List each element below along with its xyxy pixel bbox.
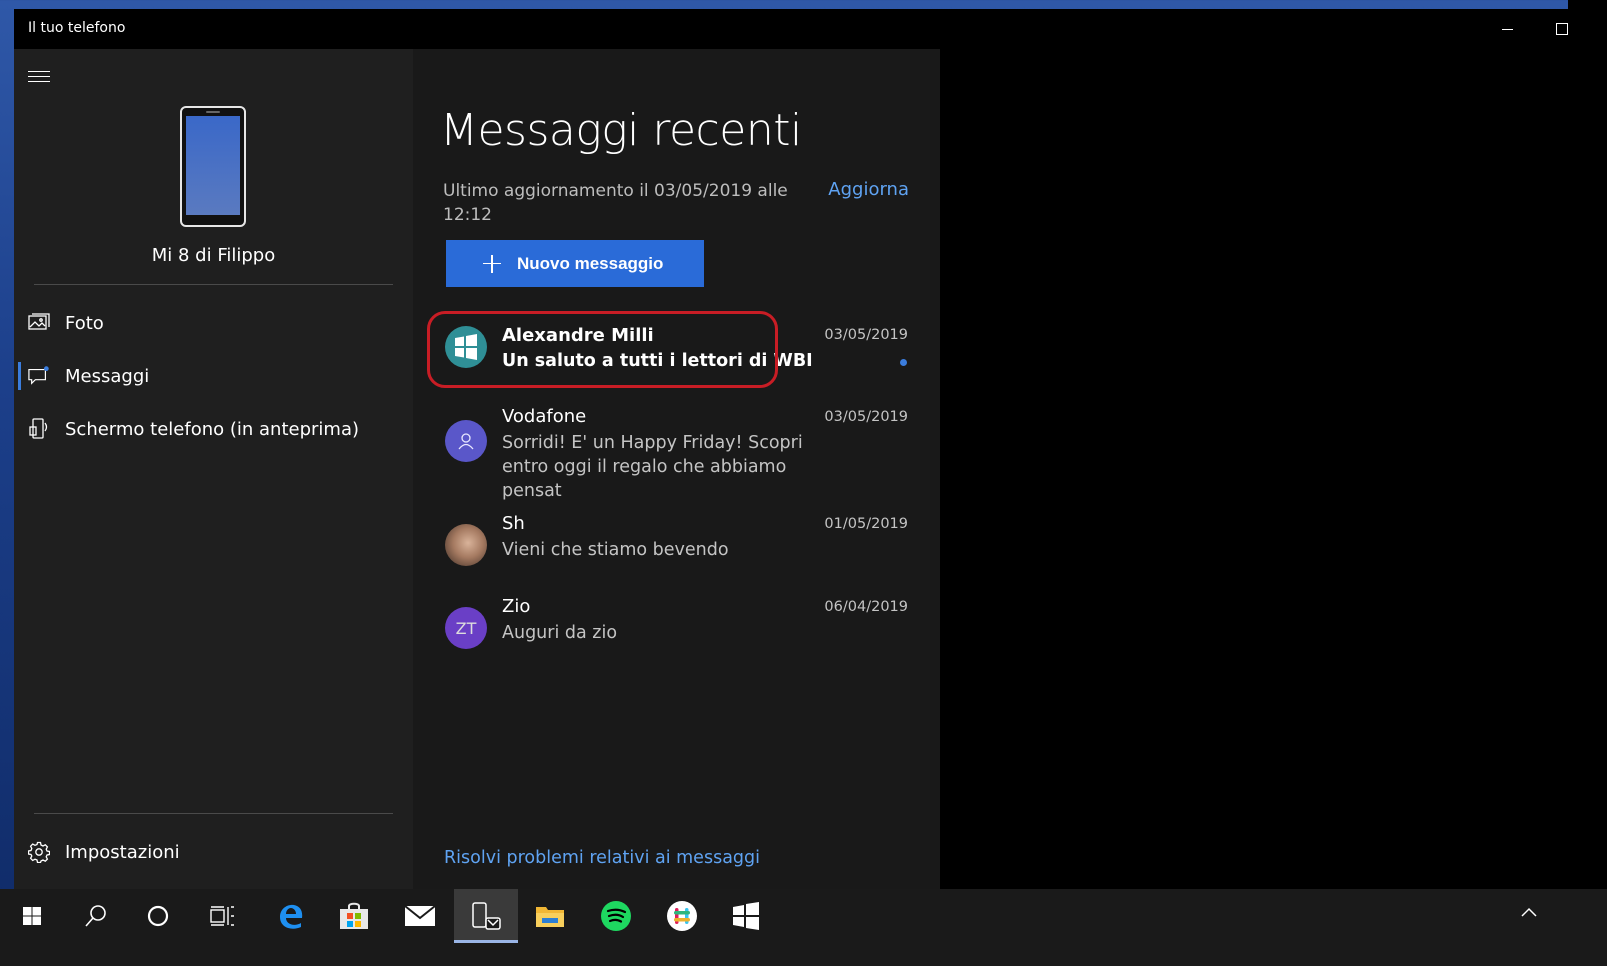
last-update-text: Ultimo aggiornamento il 03/05/2019 alle … xyxy=(443,181,788,225)
new-message-button[interactable]: Nuovo messaggio xyxy=(446,240,704,287)
conversation-preview: Vieni che stiamo bevendo xyxy=(502,540,729,560)
conversation-item[interactable]: Alexandre Milli Un saluto a tutti i lett… xyxy=(429,317,924,385)
conversation-preview: Un saluto a tutti i lettori di WBI xyxy=(502,351,813,371)
edge-icon[interactable] xyxy=(258,889,322,943)
store-icon[interactable] xyxy=(322,889,386,943)
gear-icon xyxy=(28,841,50,863)
sidebar-item-label: Schermo telefono (in anteprima) xyxy=(65,418,359,440)
conversation-name: Sh xyxy=(502,513,525,534)
sidebar-item-impostazioni[interactable]: Impostazioni xyxy=(14,830,413,874)
divider xyxy=(34,284,393,285)
messages-panel: Messaggi recenti Ultimo aggiornamento il… xyxy=(413,49,940,912)
maximize-button[interactable] xyxy=(1539,9,1585,49)
conversation-name: Vodafone xyxy=(502,406,587,427)
sidebar-item-messaggi[interactable]: Messaggi xyxy=(14,354,413,398)
hamburger-menu-icon[interactable] xyxy=(28,71,50,87)
wbi-icon[interactable] xyxy=(714,889,778,943)
conversation-preview: Auguri da zio xyxy=(502,623,618,643)
your-phone-window: Il tuo telefono Mi 8 di Filippo Foto Mes… xyxy=(14,9,1607,912)
mail-icon[interactable] xyxy=(388,889,452,943)
page-title: Messaggi recenti xyxy=(440,105,802,156)
sidebar-item-schermo-telefono[interactable]: Schermo telefono (in anteprima) xyxy=(14,407,413,451)
sidebar-item-foto[interactable]: Foto xyxy=(14,301,413,345)
sidebar-item-label: Foto xyxy=(65,312,104,334)
chat-icon xyxy=(28,365,50,387)
phone-illustration-icon xyxy=(180,106,246,227)
device-name: Mi 8 di Filippo xyxy=(151,245,276,266)
windows-logo-avatar xyxy=(445,326,487,368)
spotify-icon[interactable] xyxy=(584,889,648,943)
chevron-up-icon[interactable] xyxy=(1518,902,1540,924)
your-phone-icon[interactable] xyxy=(454,889,518,943)
phone-screen-icon xyxy=(28,418,50,440)
taskbar xyxy=(0,889,1607,966)
conversation-item[interactable]: Vodafone Sorridi! E' un Happy Friday! Sc… xyxy=(429,400,924,501)
sidebar-item-label: Impostazioni xyxy=(65,841,180,863)
troubleshoot-link[interactable]: Risolvi problemi relativi ai messaggi xyxy=(444,848,760,868)
file-explorer-icon[interactable] xyxy=(518,889,582,943)
conversation-item[interactable]: Sh Vieni che stiamo bevendo 01/05/2019 xyxy=(429,507,924,575)
contact-photo-avatar xyxy=(445,524,487,566)
conversation-preview: Sorridi! E' un Happy Friday! Scopri entr… xyxy=(502,433,803,501)
person-avatar xyxy=(445,420,487,462)
conversation-date: 01/05/2019 xyxy=(824,516,908,532)
unread-indicator xyxy=(900,359,907,366)
sidebar: Mi 8 di Filippo Foto Messaggi Schermo te… xyxy=(14,49,413,912)
conversation-date: 03/05/2019 xyxy=(824,409,908,425)
minimize-button[interactable] xyxy=(1484,9,1530,49)
conversation-date: 03/05/2019 xyxy=(824,327,908,343)
divider xyxy=(34,813,393,814)
conversation-name: Alexandre Milli xyxy=(502,325,654,346)
window-title: Il tuo telefono xyxy=(28,20,126,36)
task-view-icon[interactable] xyxy=(190,889,254,943)
conversation-detail-pane xyxy=(940,49,1607,912)
initials-avatar: ZT xyxy=(445,607,487,649)
windows-start-icon[interactable] xyxy=(0,889,64,943)
photo-icon xyxy=(28,312,50,334)
conversation-item[interactable]: ZT Zio Auguri da zio 06/04/2019 xyxy=(429,590,924,658)
conversation-name: Zio xyxy=(502,596,531,617)
title-bar: Il tuo telefono xyxy=(14,9,1607,49)
new-message-label: Nuovo messaggio xyxy=(517,253,664,273)
cortana-icon[interactable] xyxy=(126,889,190,943)
search-icon[interactable] xyxy=(64,889,128,943)
refresh-link[interactable]: Aggiorna xyxy=(828,179,909,200)
plus-icon xyxy=(483,254,501,273)
conversation-date: 06/04/2019 xyxy=(824,599,908,615)
sidebar-item-label: Messaggi xyxy=(65,365,150,387)
slack-icon[interactable] xyxy=(650,889,714,943)
